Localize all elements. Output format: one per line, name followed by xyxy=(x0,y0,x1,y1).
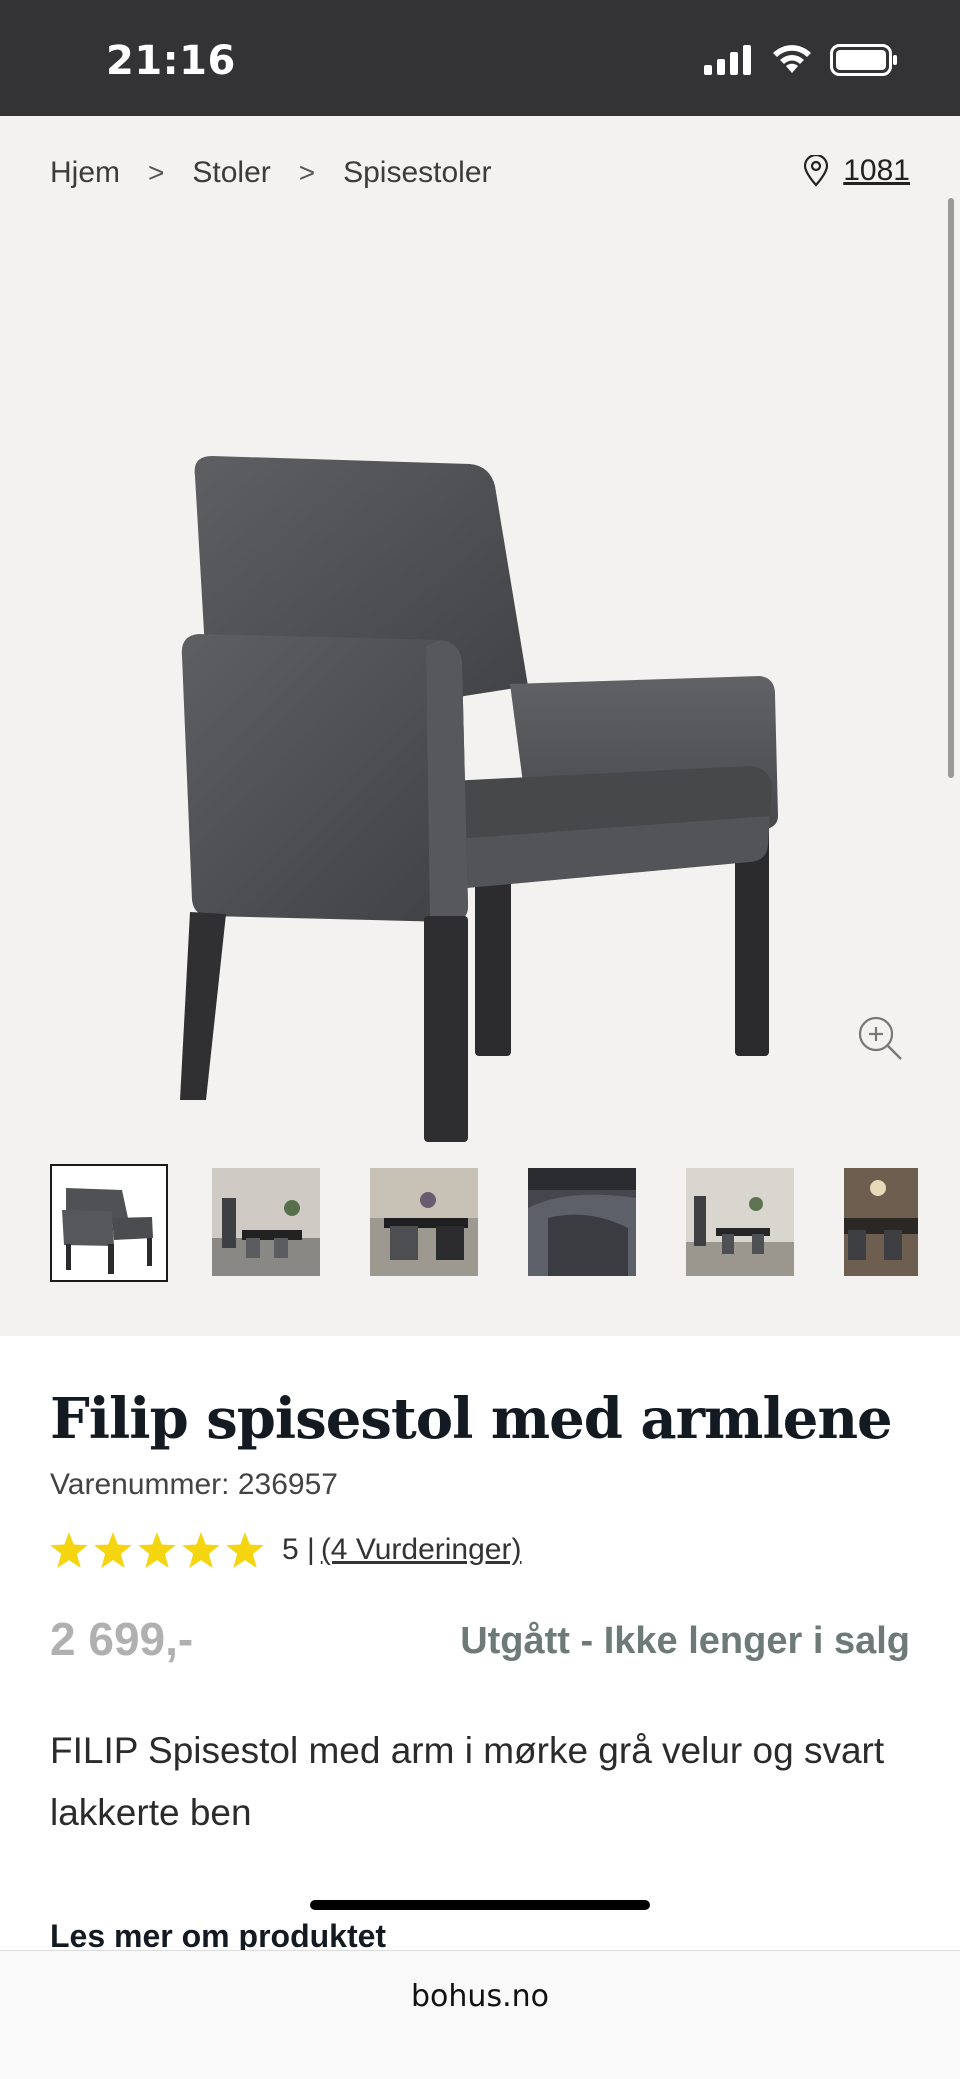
signal-icon xyxy=(704,45,751,75)
clock: 21:16 xyxy=(106,38,236,84)
thumbnail-5[interactable] xyxy=(686,1168,794,1276)
product-description: FILIP Spisestol med arm i mørke grå velu… xyxy=(50,1730,885,1833)
thumbnail-image xyxy=(52,1166,166,1280)
star-icon xyxy=(182,1532,220,1568)
status-bar: 21:16 xyxy=(0,0,960,116)
thumbnail-2[interactable] xyxy=(212,1168,320,1276)
thumbnail-image xyxy=(528,1168,636,1276)
thumbnail-image xyxy=(844,1168,918,1276)
status-icons xyxy=(704,44,898,76)
breadcrumb-home[interactable]: Hjem xyxy=(50,156,120,190)
battery-icon xyxy=(830,44,897,76)
rating-value: 5 | xyxy=(282,1533,315,1566)
browser-url-bar[interactable]: bohus.no xyxy=(0,1950,960,2079)
product-info: Filip spisestol med armlene Varenummer: … xyxy=(0,1336,960,1956)
thumbnail-1[interactable] xyxy=(50,1164,168,1282)
rating-stars xyxy=(50,1532,264,1568)
product-title: Filip spisestol med armlene xyxy=(50,1386,893,1452)
star-icon xyxy=(50,1532,88,1568)
thumbnail-image xyxy=(212,1168,320,1276)
thumbnail-3[interactable] xyxy=(370,1168,478,1276)
store-code-link[interactable]: 1081 xyxy=(843,154,910,188)
thumbnail-image xyxy=(370,1168,478,1276)
thumbnail-4[interactable] xyxy=(528,1168,636,1276)
scrollbar[interactable] xyxy=(948,198,954,778)
star-icon xyxy=(138,1532,176,1568)
home-indicator xyxy=(310,1900,650,1910)
wifi-icon xyxy=(773,45,811,73)
chevron-right-icon: > xyxy=(148,157,165,188)
zoom-in-icon[interactable] xyxy=(856,1014,904,1062)
location-pin-icon xyxy=(804,155,829,187)
breadcrumb: Hjem > Stoler > Spisestoler xyxy=(50,156,492,190)
reviews-link[interactable]: (4 Vurderinger) xyxy=(321,1533,522,1567)
product-sku: Varenummer: 236957 xyxy=(50,1468,338,1501)
chevron-right-icon: > xyxy=(298,157,316,188)
thumbnail-6[interactable] xyxy=(844,1168,918,1276)
breadcrumb-chairs[interactable]: Stoler xyxy=(192,156,270,190)
star-icon xyxy=(94,1532,132,1568)
breadcrumb-dining-chairs[interactable]: Spisestoler xyxy=(343,156,491,190)
star-icon xyxy=(226,1532,264,1568)
store-selector[interactable]: 1081 xyxy=(803,154,910,188)
product-gallery: Hjem > Stoler > Spisestoler 1081 xyxy=(0,116,960,1336)
url-text: bohus.no xyxy=(411,1979,549,2014)
thumbnail-image xyxy=(686,1168,794,1276)
product-price: 2 699,- xyxy=(50,1613,194,1665)
product-rating: 5 | (4 Vurderinger) xyxy=(50,1532,521,1568)
availability-status: Utgått - Ikke lenger i salg xyxy=(460,1620,910,1662)
product-image[interactable] xyxy=(150,316,810,1156)
